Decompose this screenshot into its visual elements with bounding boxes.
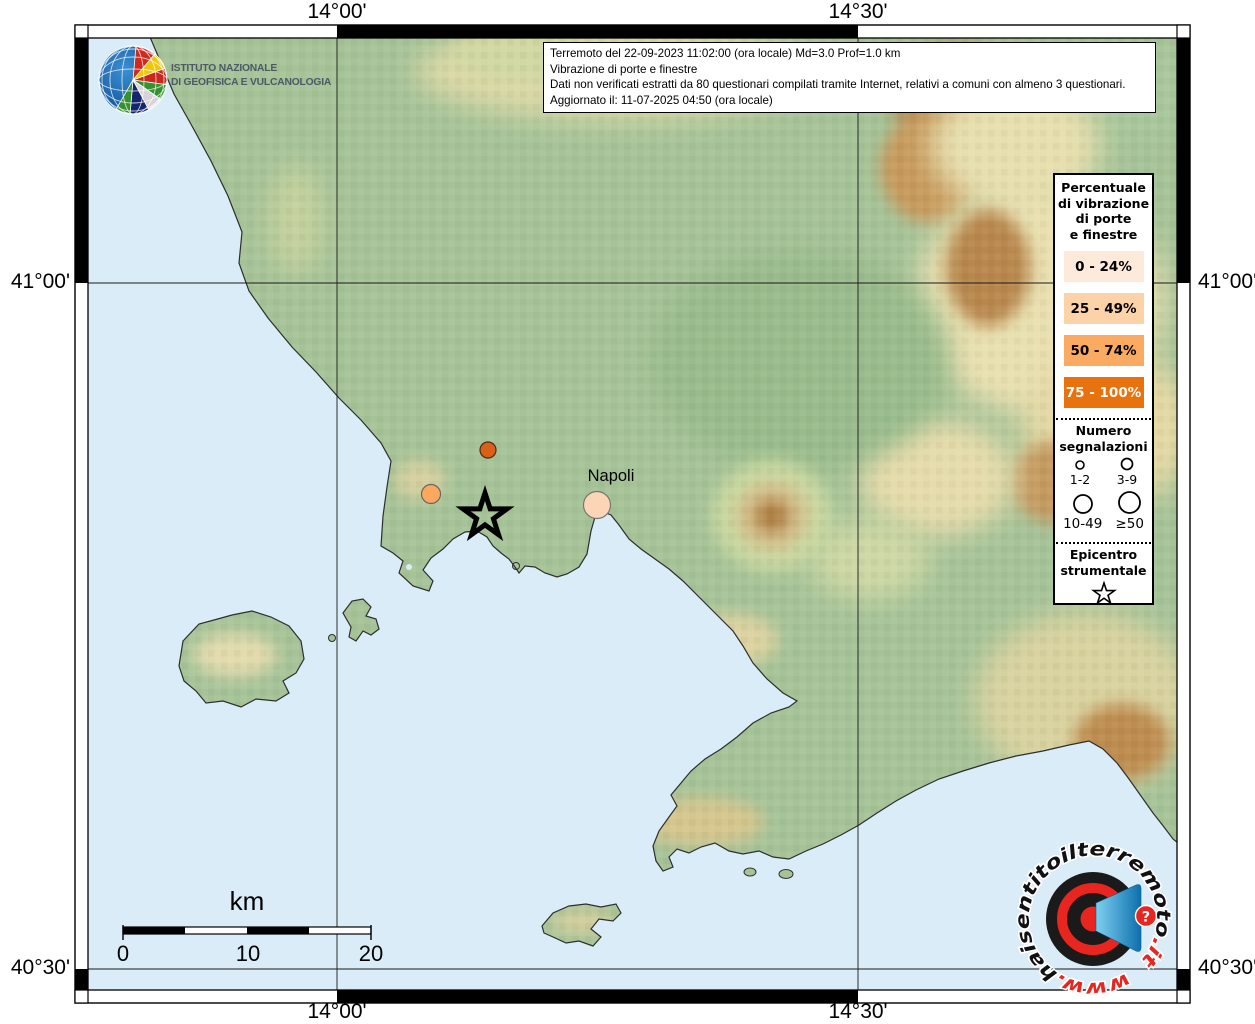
legend-swatch-50-74-label: 50 - 74%	[1070, 342, 1137, 359]
ingv-wordmark-line2: DI GEOFISICA E VULCANOLOGIA	[171, 76, 332, 88]
hai-sentito-terremoto-map-page: ? www.haisentitoilterremoto .it 14°00' 14…	[0, 0, 1255, 1024]
miseno-lagoon	[406, 564, 412, 570]
legend-swatch-0-24-label: 0 - 24%	[1075, 258, 1132, 275]
earthquake-info-box: Terremoto del 22-09-2023 11:02:00 (ora l…	[543, 42, 1156, 114]
scale-unit-label: km	[229, 886, 265, 916]
legend-count-50-plus: ≥50	[1115, 490, 1144, 532]
legend-swatch-75-100-label: 75 - 100%	[1065, 384, 1142, 401]
axis-label-bottom-14-00: 14°00'	[307, 1000, 367, 1023]
legend-count-title-line2: segnalazioni	[1059, 438, 1148, 454]
legend-count-1-2-label: 1-2	[1069, 472, 1091, 487]
legend-percent-title-line3: di porte	[1075, 211, 1132, 226]
legend-count-50-plus-label: ≥50	[1115, 516, 1144, 532]
legend-count-1-2: 1-2	[1070, 459, 1090, 487]
legend-percent-title-line1: Percentuale	[1061, 180, 1146, 195]
count-circle-3-9-icon	[1120, 457, 1134, 471]
question-badge-text: ?	[1142, 910, 1150, 926]
axis-label-top-14-30: 14°30'	[828, 0, 888, 23]
legend-count-row-1: 1-2 3-9	[1057, 457, 1151, 487]
scale-tick-20: 20	[358, 941, 384, 966]
legend-swatch-0-24: 0 - 24%	[1063, 251, 1144, 282]
legend-swatch-25-49-label: 25 - 49%	[1070, 300, 1137, 317]
city-label-napoli: Napoli	[587, 467, 635, 485]
legend-epicenter-title-line1: Epicentro	[1069, 547, 1138, 562]
scale-tick-0: 0	[116, 941, 130, 966]
ingv-wordmark: ISTITUTO NAZIONALE DI GEOFISICA E VULCAN…	[171, 62, 331, 89]
info-line-updated: Aggiornato il: 11-07-2025 04:50 (ora loc…	[550, 93, 773, 107]
legend-percent-title-line4: e finestre	[1069, 226, 1138, 242]
map-legend: Percentuale di vibrazione di porte e fin…	[1053, 173, 1154, 605]
report-marker-50-74	[420, 483, 442, 505]
axis-label-top-14-00: 14°00'	[307, 0, 367, 23]
legend-epicenter-title: Epicentro strumentale	[1060, 547, 1146, 578]
legend-count-3-9-label: 3-9	[1116, 472, 1138, 487]
report-marker-napoli	[582, 490, 612, 520]
axis-label-right-41-00: 41°00'	[1198, 270, 1255, 293]
count-circle-10-49-icon	[1072, 494, 1093, 514]
legend-swatch-25-49: 25 - 49%	[1063, 293, 1144, 324]
legend-count-title: Numero segnalazioni	[1059, 423, 1147, 454]
legend-count-10-49-label: 10-49	[1063, 516, 1103, 532]
axis-label-bottom-14-30: 14°30'	[828, 1000, 888, 1023]
legend-divider-2	[1056, 542, 1151, 544]
count-circle-50-plus-icon	[1118, 491, 1142, 514]
legend-count-title-line1: Numero	[1075, 423, 1132, 438]
axis-label-left-40-30: 40°30'	[10, 956, 70, 979]
legend-swatch-50-74: 50 - 74%	[1063, 335, 1144, 366]
info-line-source: Dati non verificati estratti da 80 quest…	[550, 78, 1126, 92]
legend-epicenter-star-icon	[1090, 581, 1117, 603]
scale-tick-10: 10	[235, 941, 261, 966]
axis-label-left-41-00: 41°00'	[10, 270, 70, 293]
axis-label-right-40-30: 40°30'	[1198, 956, 1255, 979]
legend-swatch-75-100: 75 - 100%	[1063, 377, 1144, 408]
legend-percent-title-line2: di vibrazione	[1057, 195, 1150, 211]
ingv-wordmark-line1: ISTITUTO NAZIONALE	[171, 63, 278, 74]
legend-count-10-49: 10-49	[1063, 493, 1102, 532]
ingv-globe-icon	[98, 45, 168, 115]
legend-percent-title: Percentuale di vibrazione di porte e fin…	[1058, 180, 1149, 242]
legend-divider-1	[1056, 418, 1151, 420]
legend-epicenter-title-line2: strumentale	[1060, 562, 1147, 578]
legend-count-3-9: 3-9	[1117, 457, 1137, 487]
info-line-event: Terremoto del 22-09-2023 11:02:00 (ora l…	[550, 47, 901, 60]
legend-count-row-2: 10-49 ≥50	[1057, 490, 1151, 532]
count-circle-1-2-icon	[1075, 460, 1085, 470]
info-line-effect: Vibrazione di porte e finestre	[550, 62, 698, 76]
report-marker-75-100	[479, 441, 497, 459]
